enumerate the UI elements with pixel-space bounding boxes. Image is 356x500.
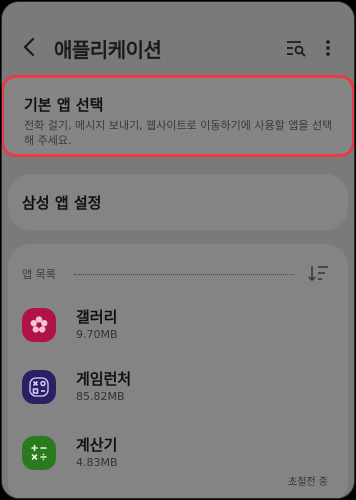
page-title: 애플리케이션 [54, 38, 162, 62]
top-app-bar: 애플리케이션 [2, 22, 354, 74]
sort-icon[interactable] [308, 264, 330, 282]
app-name: 갤러리 [76, 308, 118, 326]
app-name: 계산기 [76, 436, 118, 454]
default-apps-subtitle: 전화 걸기, 메시지 보내기, 웹사이트로 이동하기에 사용할 앱을 선택해 주… [24, 119, 333, 147]
app-size: 4.83MB [76, 456, 118, 469]
game-launcher-icon [22, 370, 56, 404]
samsung-app-settings-card[interactable]: 삼성 앱 설정 [8, 174, 348, 230]
default-apps-title: 기본 앱 선택 [24, 96, 104, 114]
list-item[interactable]: 갤러리 9.70MB [22, 308, 332, 358]
app-size: 9.70MB [76, 328, 118, 341]
section-header-app-list: 앱 목록 [22, 268, 56, 281]
default-apps-card[interactable]: 기본 앱 선택 전화 걸기, 메시지 보내기, 웹사이트로 이동하기에 사용할 … [4, 78, 352, 154]
app-window: 애플리케이션 기본 앱 선택 전화 걸기, 메시지 보내기, 웹사이트로 이동하… [1, 1, 355, 499]
search-filter-icon[interactable] [284, 36, 308, 60]
app-name: 게임런처 [76, 370, 132, 388]
calculator-icon [22, 436, 56, 470]
status-badge: 초절전 중 [288, 477, 328, 488]
app-list-card: 앱 목록 갤러리 9.70MB 게임런처 85.82MB 계산기 4.83MB … [8, 244, 348, 498]
section-divider [74, 274, 294, 275]
gallery-icon [22, 308, 56, 342]
more-vert-icon[interactable] [316, 36, 340, 60]
app-size: 85.82MB [76, 390, 125, 403]
back-arrow-icon[interactable] [20, 35, 38, 59]
list-item[interactable]: 게임런처 85.82MB [22, 370, 332, 420]
samsung-app-settings-label: 삼성 앱 설정 [22, 194, 102, 212]
list-item[interactable]: 계산기 4.83MB [22, 436, 332, 486]
